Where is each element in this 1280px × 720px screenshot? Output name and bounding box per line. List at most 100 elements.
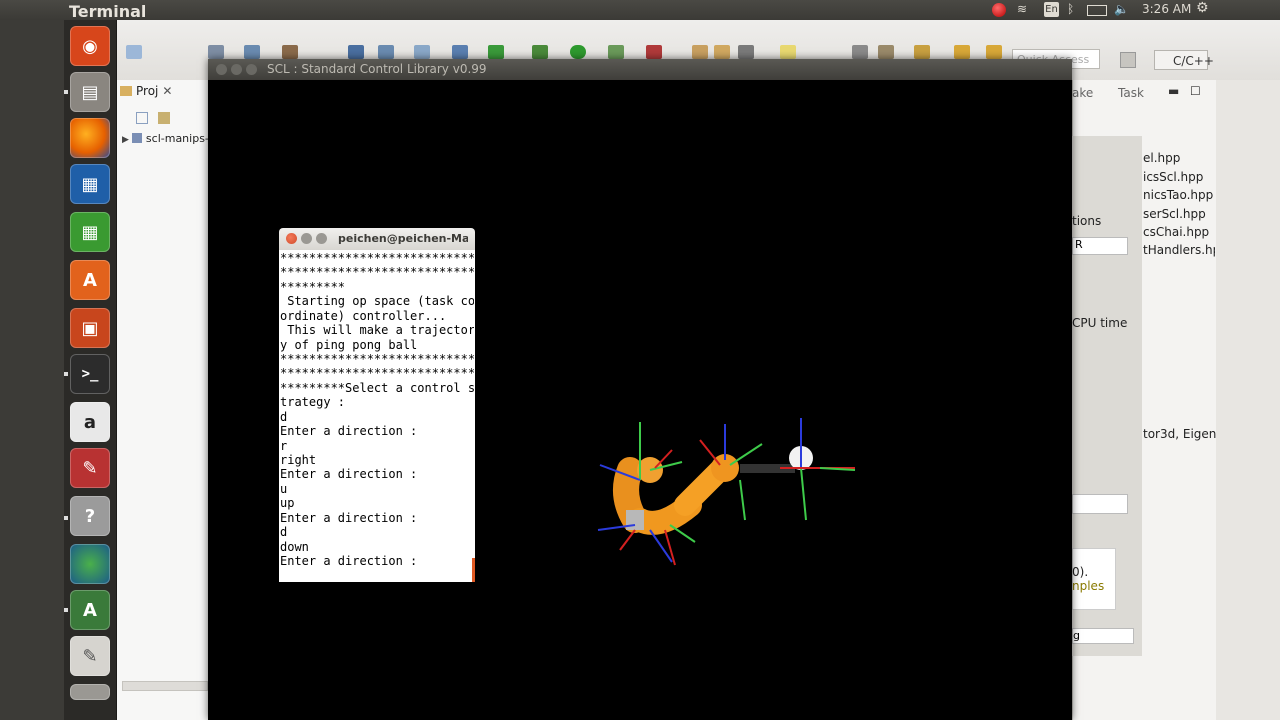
- samples-link[interactable]: nples: [1072, 579, 1104, 593]
- file-item[interactable]: tHandlers.hp: [1143, 243, 1215, 257]
- gear-icon[interactable]: ⚙: [1196, 0, 1209, 16]
- terminal-line: trategy :: [280, 395, 346, 409]
- gear-icon[interactable]: [244, 45, 260, 59]
- folder-icon[interactable]: [714, 45, 730, 59]
- maximize-icon[interactable]: [246, 64, 257, 75]
- open-perspective-icon[interactable]: [1120, 52, 1136, 68]
- bottom-field[interactable]: g: [1072, 628, 1134, 644]
- bluetooth-icon[interactable]: ᛒ: [1067, 2, 1074, 16]
- terminal-line: This will make a trajector: [280, 323, 474, 337]
- value-field[interactable]: [1072, 494, 1128, 514]
- pen-icon[interactable]: [738, 45, 754, 59]
- terminal-line: *********: [280, 280, 346, 294]
- battery-icon[interactable]: [1087, 5, 1107, 16]
- close-icon[interactable]: ✕: [162, 84, 172, 98]
- terminal-line: ****************************: [280, 366, 474, 380]
- terminal-line: Enter a direction :: [280, 511, 418, 525]
- terminal-scrollbar[interactable]: [472, 558, 475, 582]
- robot-arm: [613, 454, 795, 535]
- record-indicator-icon[interactable]: [992, 3, 1006, 17]
- tab-task[interactable]: Task: [1118, 86, 1144, 100]
- wifi-icon[interactable]: ≋: [1017, 2, 1027, 16]
- file-item[interactable]: icsScl.hpp: [1143, 170, 1203, 184]
- software-center-icon[interactable]: A: [70, 260, 110, 300]
- file-item[interactable]: csChai.hpp: [1143, 225, 1209, 239]
- cpu-time-label: CPU time: [1072, 316, 1128, 330]
- pilcrow-icon[interactable]: [852, 45, 868, 59]
- bottom-field-text: g: [1073, 629, 1080, 642]
- globe-icon[interactable]: [70, 544, 110, 584]
- back-icon[interactable]: [954, 45, 970, 59]
- impress-icon[interactable]: ▣: [70, 308, 110, 348]
- cursor-icon[interactable]: [348, 45, 364, 59]
- minimize-icon[interactable]: [231, 64, 242, 75]
- expand-arrow-icon[interactable]: ▶: [122, 135, 129, 145]
- project-tree-item[interactable]: ▶ scl-manips-: [122, 132, 209, 145]
- file-item[interactable]: el.hpp: [1143, 151, 1180, 165]
- dropdown-value: R: [1075, 238, 1083, 251]
- link-editor-icon[interactable]: [158, 112, 170, 124]
- tab-make[interactable]: ake: [1072, 86, 1093, 100]
- next-annotation-icon[interactable]: [878, 45, 894, 59]
- terminal-icon[interactable]: >_: [70, 354, 110, 394]
- files-icon[interactable]: ▤: [70, 72, 110, 112]
- terminal-line: ****************************: [280, 251, 474, 265]
- minimize-icon[interactable]: [301, 233, 312, 244]
- unity-launcher: ◉ ▤ ▦ ▦ A ▣ >_ a ✎ ? A ✎: [64, 20, 117, 720]
- terminal-line: down: [280, 540, 309, 554]
- bug-icon[interactable]: [532, 45, 548, 59]
- terminal-line: right: [280, 453, 317, 467]
- tab-label: Proj: [136, 84, 159, 98]
- minimize-icon[interactable]: ▬: [1168, 84, 1179, 98]
- tab-project-explorer[interactable]: Proj ✕: [120, 84, 202, 102]
- print-icon[interactable]: [208, 45, 224, 59]
- project-icon: [132, 133, 143, 143]
- robot-arm-viewport[interactable]: [590, 410, 870, 570]
- hammer-icon[interactable]: [282, 45, 298, 59]
- amazon-icon[interactable]: a: [70, 402, 110, 442]
- file-item[interactable]: serScl.hpp: [1143, 207, 1206, 221]
- calc-icon[interactable]: ▦: [70, 212, 110, 252]
- speaker-icon[interactable]: 🔈: [1114, 2, 1129, 16]
- ubuntu-dash-icon[interactable]: ◉: [70, 26, 110, 66]
- collapse-all-icon[interactable]: [136, 112, 148, 124]
- keyboard-language[interactable]: En: [1044, 2, 1059, 17]
- open-type-icon[interactable]: [414, 45, 430, 59]
- external-tools-icon[interactable]: [608, 45, 624, 59]
- new-icon[interactable]: [126, 45, 142, 59]
- text-editor-icon[interactable]: ✎: [70, 636, 110, 676]
- writer-icon[interactable]: ▦: [70, 164, 110, 204]
- profile-icon[interactable]: [646, 45, 662, 59]
- trash-icon[interactable]: [70, 684, 110, 700]
- class-icon[interactable]: [452, 45, 468, 59]
- maximize-icon[interactable]: ☐: [1190, 84, 1201, 98]
- close-icon[interactable]: [216, 64, 227, 75]
- maximize-icon[interactable]: [316, 233, 327, 244]
- folder-icon: [120, 86, 132, 96]
- terminal-line: Enter a direction :: [280, 467, 418, 481]
- terminal-line: r: [280, 439, 288, 453]
- forward-icon[interactable]: [986, 45, 1002, 59]
- firefox-icon[interactable]: [70, 118, 110, 158]
- horizontal-scrollbar[interactable]: [122, 681, 208, 691]
- terminal-line: Enter a direction :: [280, 554, 418, 568]
- close-icon[interactable]: [286, 233, 297, 244]
- strategy-dropdown[interactable]: R: [1072, 237, 1128, 255]
- refresh-icon[interactable]: [488, 45, 504, 59]
- project-explorer-pane: [116, 80, 209, 720]
- running-indicator: [64, 608, 68, 612]
- clock[interactable]: 3:26 AM: [1142, 2, 1191, 16]
- run-icon[interactable]: [570, 45, 586, 59]
- running-indicator: [64, 372, 68, 376]
- prev-annotation-icon[interactable]: [914, 45, 930, 59]
- debug-config-icon[interactable]: [378, 45, 394, 59]
- highlight-icon[interactable]: [780, 45, 796, 59]
- signature-text: tor3d, Eigen:: [1143, 427, 1221, 441]
- system-settings-icon[interactable]: ✎: [70, 448, 110, 488]
- help-icon[interactable]: ?: [70, 496, 110, 536]
- updater-icon[interactable]: A: [70, 590, 110, 630]
- file-item[interactable]: nicsTao.hpp: [1143, 188, 1213, 202]
- perspective-button[interactable]: C/C++: [1154, 50, 1214, 70]
- open-folder-icon[interactable]: [692, 45, 708, 59]
- paren-text: 0).: [1072, 565, 1089, 579]
